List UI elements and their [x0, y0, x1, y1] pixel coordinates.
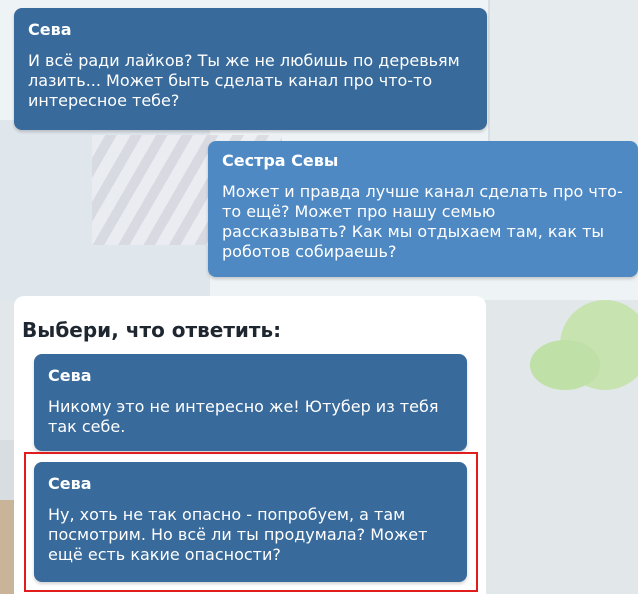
selected-option-highlight [24, 452, 478, 592]
choice-panel-title: Выбери, что ответить: [22, 318, 282, 342]
background-bush [530, 340, 600, 390]
message-text: И всё ради лайков? Ты же не любишь по де… [28, 51, 460, 110]
chat-message-sister: Сестра Севы Может и правда лучше канал с… [208, 141, 638, 277]
chat-message-seva: Сева И всё ради лайков? Ты же не любишь … [14, 8, 487, 130]
option-text: Никому это не интересно же! Ютубер из те… [48, 397, 439, 436]
message-sender-name: Сева [28, 20, 72, 39]
message-sender-name: Сестра Севы [222, 151, 339, 170]
option-sender-name: Сева [48, 366, 92, 385]
answer-option-1[interactable]: Сева Никому это не интересно же! Ютубер … [34, 354, 467, 451]
message-text: Может и правда лучше канал сделать про ч… [222, 182, 623, 261]
